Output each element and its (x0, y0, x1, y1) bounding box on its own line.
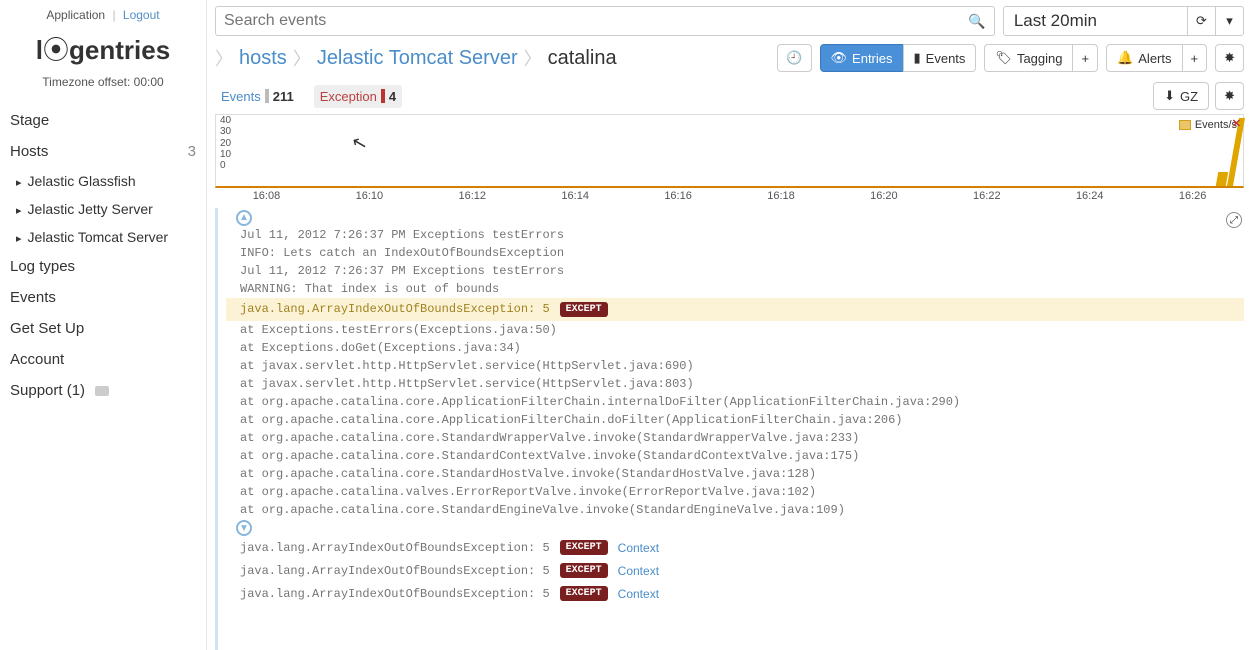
y-axis-labels: 40 30 20 10 0 (220, 115, 231, 171)
clock-icon: 🕘 (786, 50, 802, 66)
refresh-button[interactable]: ⟳ (1187, 7, 1215, 35)
log-line: at Exceptions.doGet(Exceptions.java:34) (226, 339, 1244, 357)
gear-icon: ✸ (1224, 88, 1235, 104)
close-icon[interactable]: ✕ (1232, 117, 1241, 130)
scroll-up-icon[interactable]: ▲ (236, 210, 252, 226)
except-badge: EXCEPT (560, 540, 608, 555)
log-line: at org.apache.catalina.valves.ErrorRepor… (226, 483, 1244, 501)
log-line: at org.apache.catalina.core.StandardCont… (226, 447, 1244, 465)
entries-button[interactable]: 👁Entries (820, 44, 904, 72)
sidebar-item-hosts[interactable]: Hosts 3 (0, 136, 206, 167)
breadcrumb-current: catalina (548, 47, 617, 70)
bars-icon: ▮ (914, 50, 921, 66)
except-badge: EXCEPT (560, 563, 608, 578)
chevron-right-icon: 〉 (215, 45, 233, 71)
application-link[interactable]: Application (46, 8, 105, 22)
sidebar-item-support[interactable]: Support (1) (0, 375, 206, 406)
sidebar-host-tomcat[interactable]: Jelastic Tomcat Server (0, 223, 206, 251)
sidebar-item-logtypes[interactable]: Log types (0, 251, 206, 282)
context-link[interactable]: Context (618, 587, 659, 601)
sidebar-item-stage[interactable]: Stage (0, 105, 206, 136)
alerts-button[interactable]: 🔔Alerts (1106, 44, 1182, 72)
chevron-right-icon: 〉 (524, 45, 542, 71)
tagging-button[interactable]: 🏷Tagging (984, 44, 1073, 72)
sidebar-item-getsetup[interactable]: Get Set Up (0, 313, 206, 344)
context-link[interactable]: Context (618, 564, 659, 578)
timezone-offset: Timezone offset: 00:00 (0, 75, 206, 89)
bar-icon (265, 89, 269, 103)
hosts-count: 3 (188, 143, 196, 160)
gear-icon: ✸ (1224, 50, 1235, 66)
sidebar: Application | Logout l⦿gentries Timezone… (0, 0, 207, 650)
chevron-right-icon: 〉 (293, 45, 311, 71)
except-badge: EXCEPT (560, 586, 608, 601)
download-gz-button[interactable]: ⬇GZ (1153, 82, 1209, 110)
log-viewer[interactable]: ⤢ ▲ Jul 11, 2012 7:26:37 PM Exceptions t… (215, 208, 1252, 650)
breadcrumb: 〉 hosts 〉 Jelastic Tomcat Server 〉 catal… (215, 45, 769, 71)
log-line-exception[interactable]: java.lang.ArrayIndexOutOfBoundsException… (226, 536, 1244, 559)
log-line: WARNING: That index is out of bounds (226, 280, 1244, 298)
sidebar-item-events[interactable]: Events (0, 282, 206, 313)
add-alert-button[interactable]: + (1182, 44, 1208, 72)
tag-icon: 🏷 (995, 50, 1012, 66)
chart-settings-button[interactable]: ✸ (1215, 82, 1244, 110)
add-tag-button[interactable]: + (1072, 44, 1098, 72)
log-line: INFO: Lets catch an IndexOutOfBoundsExce… (226, 244, 1244, 262)
tab-events[interactable]: Events 211 (215, 85, 300, 108)
main: 🔍 Last 20min ⟳ ▾ 〉 hosts 〉 Jelastic Tomc… (207, 0, 1252, 650)
time-range-label[interactable]: Last 20min (1004, 11, 1187, 31)
log-line-exception[interactable]: java.lang.ArrayIndexOutOfBoundsException… (226, 559, 1244, 582)
log-line: at org.apache.catalina.core.ApplicationF… (226, 393, 1244, 411)
x-axis-labels: 16:0816:1016:1216:1416:1616:1816:2016:22… (207, 188, 1252, 208)
context-link[interactable]: Context (618, 541, 659, 555)
chart-legend: Events/s (1179, 119, 1237, 131)
bell-icon: 🔔 (1117, 50, 1133, 66)
log-line-highlight[interactable]: java.lang.ArrayIndexOutOfBoundsException… (226, 298, 1244, 321)
tab-exception[interactable]: Exception 4 (314, 85, 402, 108)
log-line: at javax.servlet.http.HttpServlet.servic… (226, 357, 1244, 375)
log-line: at org.apache.catalina.core.StandardWrap… (226, 429, 1244, 447)
log-line: at org.apache.catalina.core.StandardHost… (226, 465, 1244, 483)
logout-link[interactable]: Logout (123, 8, 160, 22)
divider: | (112, 8, 115, 22)
sidebar-item-account[interactable]: Account (0, 344, 206, 375)
log-line: Jul 11, 2012 7:26:37 PM Exceptions testE… (226, 226, 1244, 244)
breadcrumb-hosts[interactable]: hosts (239, 47, 287, 70)
download-icon: ⬇ (1164, 88, 1175, 104)
search-box[interactable]: 🔍 (215, 6, 995, 36)
logo: l⦿gentries (0, 28, 206, 75)
log-line: Jul 11, 2012 7:26:37 PM Exceptions testE… (226, 262, 1244, 280)
log-line: at org.apache.catalina.core.StandardEngi… (226, 501, 1244, 519)
except-badge: EXCEPT (560, 302, 608, 317)
log-line: at org.apache.catalina.core.ApplicationF… (226, 411, 1244, 429)
mail-icon (95, 386, 109, 396)
log-line: at javax.servlet.http.HttpServlet.servic… (226, 375, 1244, 393)
events-button[interactable]: ▮Events (903, 44, 977, 72)
log-line-exception[interactable]: java.lang.ArrayIndexOutOfBoundsException… (226, 582, 1244, 605)
events-chart[interactable]: 40 30 20 10 0 Events/s ✕ (215, 114, 1244, 188)
scroll-down-icon[interactable]: ▼ (236, 520, 252, 536)
settings-button[interactable]: ✸ (1215, 44, 1244, 72)
sidebar-host-glassfish[interactable]: Jelastic Glassfish (0, 167, 206, 195)
eye-icon: 👁 (831, 50, 848, 66)
sidebar-host-jetty[interactable]: Jelastic Jetty Server (0, 195, 206, 223)
history-button[interactable]: 🕘 (777, 44, 811, 72)
search-input[interactable] (224, 12, 968, 30)
breadcrumb-server[interactable]: Jelastic Tomcat Server (317, 47, 518, 70)
search-icon[interactable]: 🔍 (968, 13, 985, 30)
expand-icon[interactable]: ⤢ (1226, 212, 1242, 228)
log-line: at Exceptions.testErrors(Exceptions.java… (226, 321, 1244, 339)
time-range-dropdown[interactable]: ▾ (1215, 7, 1243, 35)
bar-icon (381, 89, 385, 103)
